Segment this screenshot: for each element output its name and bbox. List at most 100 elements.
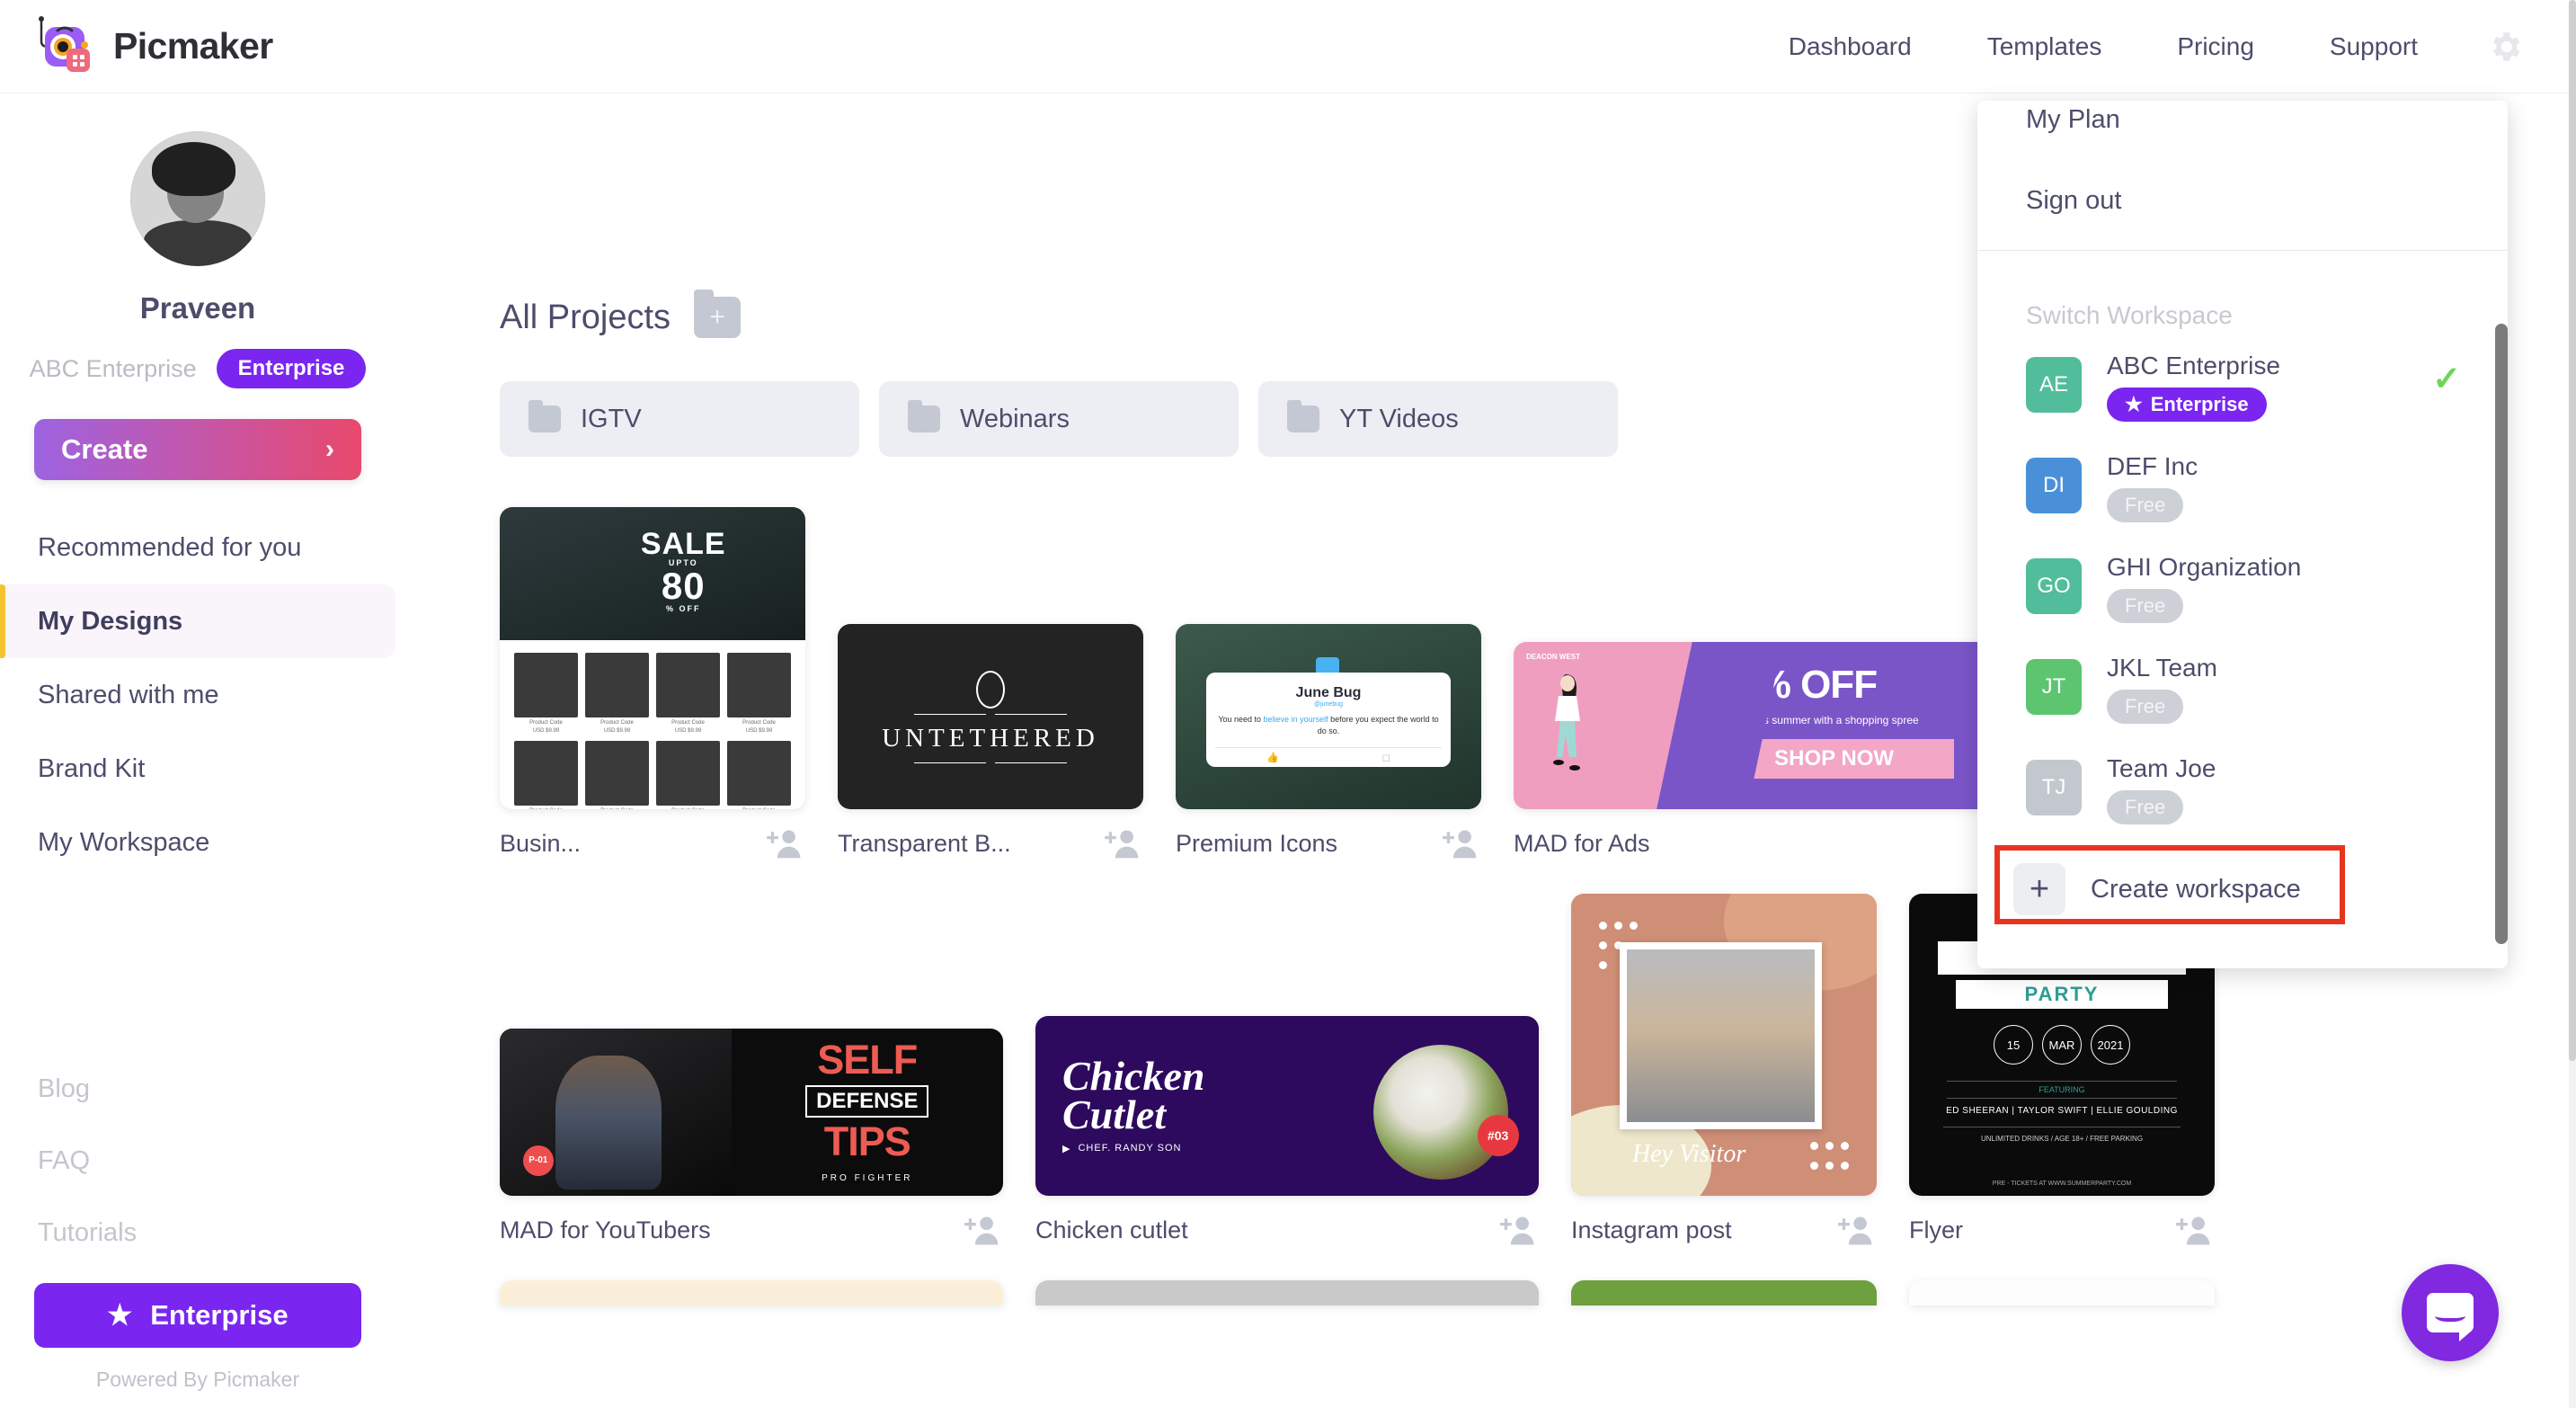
add-collaborator-icon[interactable] xyxy=(2175,1212,2215,1248)
workspace-item-jkl-team[interactable]: JT JKL Team Free xyxy=(1977,654,2508,754)
add-collaborator-icon[interactable] xyxy=(964,1212,1003,1248)
workspace-item-abc-enterprise[interactable]: AE ABC Enterprise ★ Enterprise ✓ xyxy=(1977,352,2508,452)
avatar[interactable] xyxy=(130,131,265,266)
add-collaborator-icon[interactable] xyxy=(1104,825,1143,861)
nav-dashboard[interactable]: Dashboard xyxy=(1789,32,1912,61)
thumb-text: Product Code xyxy=(671,719,705,726)
create-button[interactable]: Create › xyxy=(34,419,361,480)
thumb-text: 15 xyxy=(1994,1025,2033,1065)
nav-templates[interactable]: Templates xyxy=(1987,32,2102,61)
folder-item-yt-videos[interactable]: YT Videos xyxy=(1258,381,1618,457)
workspace-plan-badge: Free xyxy=(2107,589,2184,623)
project-card[interactable]: June Bug @junebug You need to believe in… xyxy=(1176,624,1481,861)
workspace-name: JKL Team xyxy=(2107,654,2217,682)
add-collaborator-icon[interactable] xyxy=(766,825,805,861)
card-footer: Transparent B... xyxy=(838,825,1143,861)
thumb-text: @junebug xyxy=(1313,700,1344,708)
thumb-text: Product Code xyxy=(727,808,791,809)
dropdown-item-my-plan[interactable]: My Plan xyxy=(2026,101,2508,160)
sidebar-item-shared-with-me[interactable]: Shared with me xyxy=(0,658,395,732)
add-collaborator-icon[interactable] xyxy=(1442,825,1481,861)
account-dropdown-menu: My Plan Sign out Switch Workspace AE ABC… xyxy=(1977,101,2508,968)
project-card[interactable]: DEACON WEST 60% OFF Kick off this summer… xyxy=(1514,642,2017,861)
project-thumbnail[interactable]: June Bug @junebug You need to believe in… xyxy=(1176,624,1481,809)
thumbs-up-icon: 👍 xyxy=(1266,752,1279,763)
project-card[interactable] xyxy=(1909,1280,2215,1306)
sidebar-item-brand-kit[interactable]: Brand Kit xyxy=(0,732,395,806)
folder-icon xyxy=(529,400,561,432)
gear-icon[interactable] xyxy=(2484,26,2526,67)
create-workspace-button[interactable]: + Create workspace xyxy=(2013,863,2301,915)
workspace-plan-badge: ★ Enterprise xyxy=(2107,388,2267,422)
card-footer: MAD for Ads xyxy=(1514,825,2017,861)
project-card[interactable]: SALE UPTO 80 % OFF Product Code USD $9.99… xyxy=(500,507,805,861)
dropdown-item-sign-out[interactable]: Sign out xyxy=(2026,160,2508,241)
thumb-text: UNLIMITED DRINKS / AGE 18+ / FREE PARKIN… xyxy=(1980,1135,2144,1143)
thumb-text: UNTETHERED xyxy=(882,723,1099,753)
sidebar-item-my-designs[interactable]: My Designs xyxy=(0,584,395,658)
chat-widget-button[interactable] xyxy=(2402,1264,2499,1361)
project-card[interactable]: #03 Chicken Cutlet ▶ CHEF. RANDY SON Chic… xyxy=(1035,1016,1539,1248)
workspace-item-team-joe[interactable]: TJ Team Joe Free xyxy=(1977,754,2508,855)
add-collaborator-icon[interactable] xyxy=(1837,1212,1877,1248)
project-thumbnail[interactable] xyxy=(1571,1280,1877,1306)
plus-icon: + xyxy=(2013,863,2065,915)
thumb-text: Chicken xyxy=(1062,1053,1205,1100)
top-bar: Picmaker Dashboard Templates Pricing Sup… xyxy=(0,0,2569,94)
thumb-text: USD $9.99 xyxy=(674,727,702,734)
thumb-text: DEFENSE xyxy=(805,1084,929,1118)
thumb-text: PRO FIGHTER xyxy=(822,1173,913,1184)
workspace-name: DEF Inc xyxy=(2107,452,2198,480)
add-collaborator-icon[interactable] xyxy=(1499,1212,1539,1248)
workspace-avatar: DI xyxy=(2026,458,2082,513)
nav-pricing[interactable]: Pricing xyxy=(2177,32,2254,61)
card-title: Transparent B... xyxy=(838,829,1011,857)
project-thumbnail[interactable]: #03 Chicken Cutlet ▶ CHEF. RANDY SON xyxy=(1035,1016,1539,1196)
enterprise-button[interactable]: ★ Enterprise xyxy=(34,1283,361,1348)
project-card[interactable]: Hey Visitor Instagram post xyxy=(1571,894,1877,1248)
sidebar-item-recommended[interactable]: Recommended for you xyxy=(0,511,395,584)
thumb-text: believe in yourself xyxy=(1263,714,1328,724)
workspace-name: ABC Enterprise xyxy=(2107,352,2280,379)
workspace-name: GHI Organization xyxy=(2107,553,2302,581)
project-thumbnail[interactable] xyxy=(1035,1280,1539,1306)
page-scrollbar[interactable] xyxy=(2569,0,2576,1408)
sidebar-item-blog[interactable]: Blog xyxy=(0,1053,395,1125)
card-title: MAD for Ads xyxy=(1514,829,1650,857)
folder-item-webinars[interactable]: Webinars xyxy=(879,381,1239,457)
project-card[interactable] xyxy=(1035,1280,1539,1306)
project-thumbnail[interactable] xyxy=(1909,1280,2215,1306)
thumb-text: #03 xyxy=(1477,1115,1519,1156)
project-thumbnail[interactable]: DEACON WEST 60% OFF Kick off this summer… xyxy=(1514,642,2017,809)
folder-item-igtv[interactable]: IGTV xyxy=(500,381,859,457)
thumb-text: Product Code xyxy=(529,719,563,726)
sidebar-item-faq[interactable]: FAQ xyxy=(0,1125,395,1197)
project-row-partial xyxy=(500,1280,2569,1306)
project-thumbnail[interactable]: Hey Visitor xyxy=(1571,894,1877,1196)
workspace-avatar: GO xyxy=(2026,558,2082,614)
page-title: All Projects xyxy=(500,298,671,336)
card-footer: Flyer xyxy=(1909,1212,2215,1248)
sidebar-item-tutorials[interactable]: Tutorials xyxy=(0,1197,395,1269)
sidebar-item-my-workspace[interactable]: My Workspace xyxy=(0,806,395,879)
dropdown-scrollbar[interactable] xyxy=(2495,324,2508,944)
workspace-name: Team Joe xyxy=(2107,754,2216,782)
project-thumbnail[interactable]: UNTETHERED xyxy=(838,624,1143,809)
project-thumbnail[interactable]: P-01 SELF DEFENSE TIPS PRO FIGHTER xyxy=(500,1029,1003,1196)
workspace-item-ghi-organization[interactable]: GO GHI Organization Free xyxy=(1977,553,2508,654)
workspace-item-def-inc[interactable]: DI DEF Inc Free xyxy=(1977,452,2508,553)
org-name: ABC Enterprise xyxy=(29,354,197,382)
add-folder-button[interactable]: + xyxy=(694,290,742,338)
project-thumbnail[interactable]: SALE UPTO 80 % OFF Product Code USD $9.99… xyxy=(500,507,805,809)
thumb-text: 2021 xyxy=(2091,1025,2130,1065)
brand-logo[interactable]: Picmaker xyxy=(32,14,273,79)
project-card[interactable]: UNTETHERED Transparent B... xyxy=(838,624,1143,861)
project-card[interactable] xyxy=(1571,1280,1877,1306)
project-thumbnail[interactable] xyxy=(500,1280,1003,1306)
create-workspace-label: Create workspace xyxy=(2091,874,2301,904)
project-card[interactable] xyxy=(500,1280,1003,1306)
project-card[interactable]: P-01 SELF DEFENSE TIPS PRO FIGHTER MAD f… xyxy=(500,1029,1003,1248)
nav-support[interactable]: Support xyxy=(2330,32,2418,61)
card-title: Instagram post xyxy=(1571,1216,1732,1243)
sidebar: Praveen ABC Enterprise Enterprise Create… xyxy=(0,94,395,1408)
